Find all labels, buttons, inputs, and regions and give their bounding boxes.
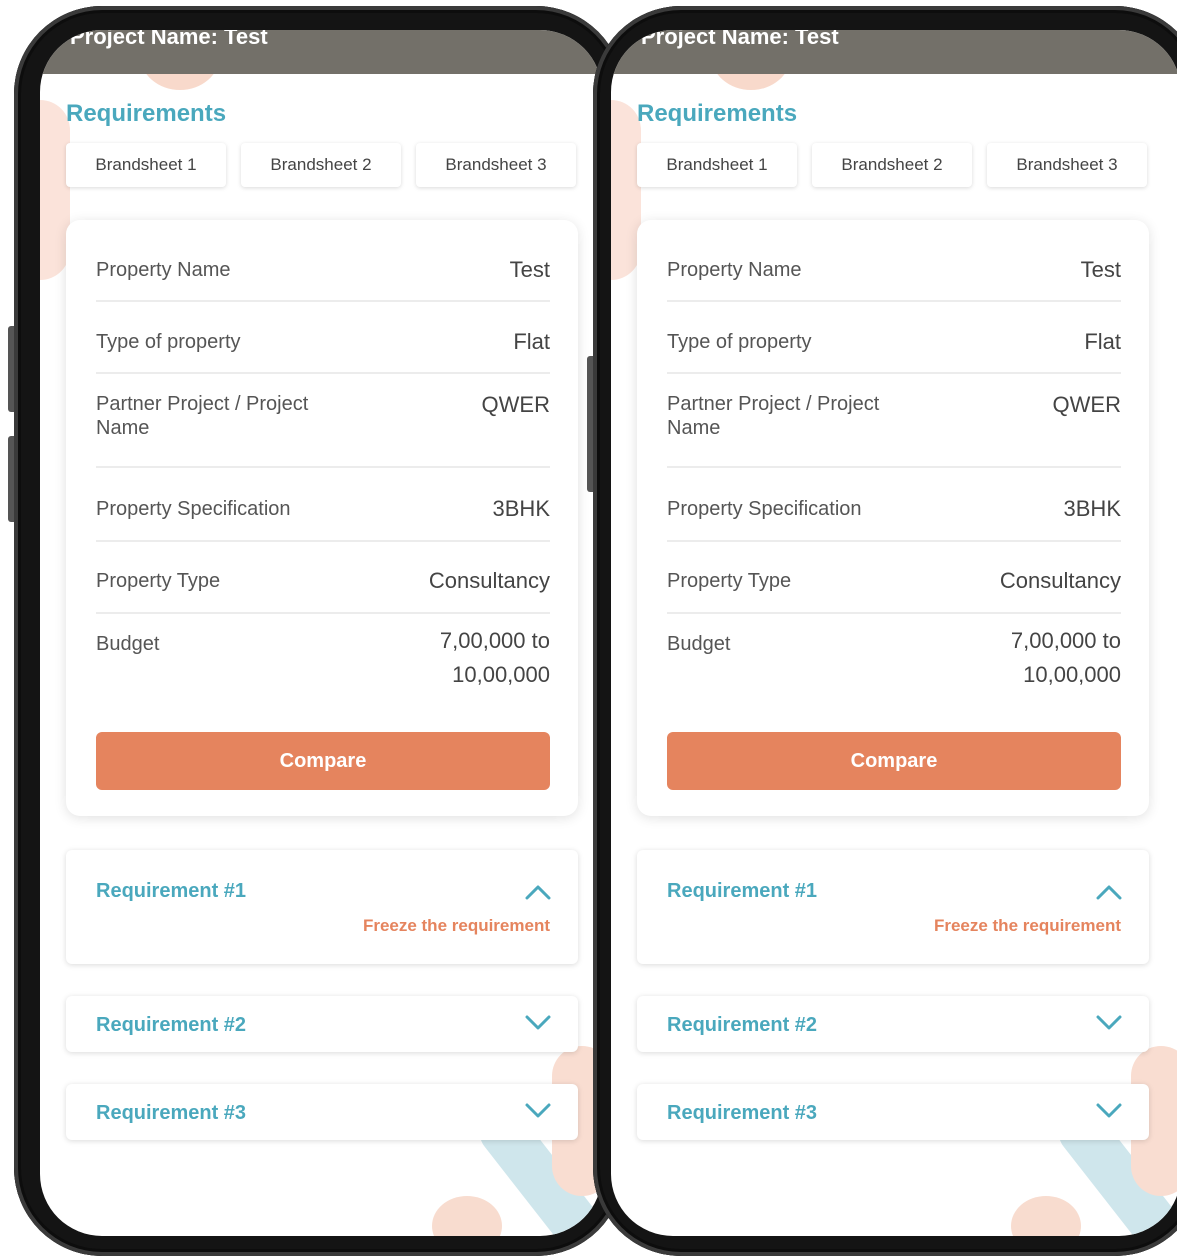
- accordion-requirement-1[interactable]: Requirement #1 Freeze the requirement: [66, 850, 578, 964]
- detail-value: 3BHK: [492, 496, 550, 521]
- accordion-title: Requirement #3: [96, 1102, 247, 1124]
- detail-label: Property Name: [667, 259, 802, 281]
- accordion-title: Requirement #2: [667, 1014, 818, 1036]
- tab-brandsheet-2[interactable]: Brandsheet 2: [812, 143, 972, 187]
- detail-row-budget: Budget 7,00,000 to 10,00,000: [96, 624, 550, 704]
- tab-brandsheet-2[interactable]: Brandsheet 2: [241, 143, 401, 187]
- volume-down-button: [8, 436, 14, 522]
- detail-value: QWER: [1052, 392, 1121, 417]
- detail-label: Property Type: [96, 570, 221, 592]
- detail-row-property-type: Property Type Consultancy: [96, 550, 550, 614]
- decor-shape: [1011, 1196, 1081, 1236]
- chevron-up-icon[interactable]: [1095, 882, 1123, 902]
- detail-label: Partner Project / Project Name: [667, 393, 880, 439]
- app-header: Project Name: Test: [40, 30, 602, 74]
- accordion-requirement-2[interactable]: Requirement #2: [66, 996, 578, 1052]
- detail-value: Flat: [1084, 329, 1121, 354]
- brandsheet-tabs: Brandsheet 1 Brandsheet 2 Brandsheet 3: [637, 143, 1147, 187]
- page-title: Project Name: Test: [641, 30, 839, 49]
- accordion-title: Requirement #3: [667, 1102, 818, 1124]
- detail-label: Partner Project / Project Name: [96, 393, 309, 439]
- detail-label: Property Type: [667, 570, 792, 592]
- chevron-up-icon[interactable]: [524, 882, 552, 902]
- chevron-down-icon[interactable]: [524, 1012, 552, 1032]
- tab-brandsheet-3[interactable]: Brandsheet 3: [416, 143, 576, 187]
- detail-row-type-of-property: Type of property Flat: [667, 312, 1121, 374]
- detail-label: Property Specification: [667, 498, 862, 520]
- detail-row-property-specification: Property Specification 3BHK: [667, 478, 1121, 542]
- phone-frame-right: Project Name: Test Requirements Brandshe…: [587, 6, 1177, 1256]
- detail-row-property-type: Property Type Consultancy: [667, 550, 1121, 614]
- detail-label: Type of property: [96, 331, 241, 353]
- tab-brandsheet-1[interactable]: Brandsheet 1: [66, 143, 226, 187]
- accordion-title: Requirement #2: [96, 1014, 247, 1036]
- detail-row-property-name: Property Name Test: [667, 240, 1121, 302]
- detail-row-partner-project: Partner Project / Project Name QWER: [667, 384, 1121, 468]
- detail-value: Consultancy: [999, 568, 1121, 593]
- accordion-title: Requirement #1: [96, 880, 247, 902]
- detail-row-budget: Budget 7,00,000 to 10,00,000: [667, 624, 1121, 704]
- detail-label: Budget: [96, 633, 160, 655]
- accordion-requirement-2[interactable]: Requirement #2: [637, 996, 1149, 1052]
- phone-frame-left: Project Name: Test Requirements Brandshe…: [8, 6, 624, 1256]
- detail-value: QWER: [481, 392, 550, 417]
- detail-row-type-of-property: Type of property Flat: [96, 312, 550, 374]
- detail-value: 7,00,000 to 10,00,000: [439, 628, 550, 687]
- accordion-title: Requirement #1: [667, 880, 818, 902]
- chevron-down-icon[interactable]: [1095, 1100, 1123, 1120]
- detail-label: Property Name: [96, 259, 231, 281]
- volume-up-button: [8, 326, 14, 412]
- accordion-requirement-1[interactable]: Requirement #1 Freeze the requirement: [637, 850, 1149, 964]
- detail-value: 7,00,000 to 10,00,000: [1010, 628, 1121, 687]
- phone-screen: Project Name: Test Requirements Brandshe…: [40, 30, 602, 1236]
- chevron-down-icon[interactable]: [1095, 1012, 1123, 1032]
- accordion-requirement-3[interactable]: Requirement #3: [66, 1084, 578, 1140]
- requirements-heading: Requirements: [66, 100, 227, 127]
- side-button: [587, 356, 593, 492]
- tab-brandsheet-1[interactable]: Brandsheet 1: [637, 143, 797, 187]
- page-title: Project Name: Test: [70, 30, 268, 49]
- compare-button[interactable]: Compare: [96, 732, 550, 790]
- property-details-card: Property Name Test Type of property Flat…: [66, 220, 578, 816]
- chevron-down-icon[interactable]: [524, 1100, 552, 1120]
- detail-value: Flat: [513, 329, 550, 354]
- requirements-heading: Requirements: [637, 100, 798, 127]
- app-header: Project Name: Test: [611, 30, 1177, 74]
- detail-value: Test: [1080, 257, 1121, 282]
- freeze-requirement-link[interactable]: Freeze the requirement: [363, 916, 550, 936]
- detail-label: Type of property: [667, 331, 812, 353]
- detail-row-partner-project: Partner Project / Project Name QWER: [96, 384, 550, 468]
- detail-row-property-name: Property Name Test: [96, 240, 550, 302]
- detail-value: Test: [509, 257, 550, 282]
- detail-label: Budget: [667, 633, 731, 655]
- compare-button[interactable]: Compare: [667, 732, 1121, 790]
- detail-value: Consultancy: [428, 568, 550, 593]
- brandsheet-tabs: Brandsheet 1 Brandsheet 2 Brandsheet 3: [66, 143, 576, 187]
- decor-shape: [432, 1196, 502, 1236]
- freeze-requirement-link[interactable]: Freeze the requirement: [934, 916, 1121, 936]
- detail-row-property-specification: Property Specification 3BHK: [96, 478, 550, 542]
- detail-value: 3BHK: [1063, 496, 1121, 521]
- tab-brandsheet-3[interactable]: Brandsheet 3: [987, 143, 1147, 187]
- detail-label: Property Specification: [96, 498, 291, 520]
- accordion-requirement-3[interactable]: Requirement #3: [637, 1084, 1149, 1140]
- phone-screen: Project Name: Test Requirements Brandshe…: [611, 30, 1177, 1236]
- property-details-card: Property Name Test Type of property Flat…: [637, 220, 1149, 816]
